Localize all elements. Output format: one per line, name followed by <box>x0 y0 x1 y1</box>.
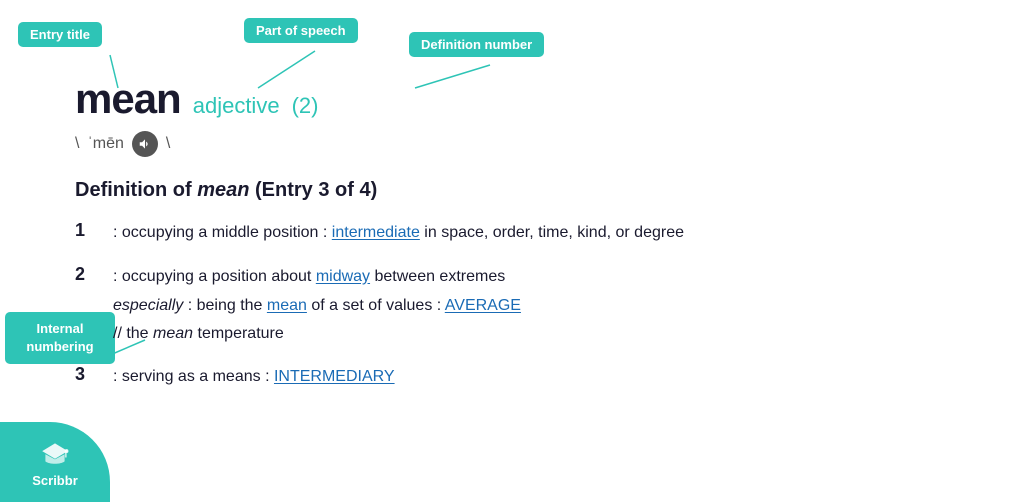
scribbr-icon <box>39 437 71 469</box>
def-body-3: : serving as a means : INTERMEDIARY <box>113 364 395 390</box>
link-intermediary[interactable]: INTERMEDIARY <box>274 368 395 385</box>
def-sub-2: especially : being the mean of a set of … <box>113 293 521 319</box>
entry-title-annotation: Entry title <box>18 22 102 47</box>
speaker-icon <box>138 137 152 151</box>
definition-item-3: 3 : serving as a means : INTERMEDIARY <box>75 364 1000 390</box>
definition-heading: Definition of mean (Entry 3 of 4) <box>75 179 1000 202</box>
entry-word: mean <box>75 75 181 123</box>
def-body-2: : occupying a position about midway betw… <box>113 264 521 347</box>
scribbr-label: Scribbr <box>32 473 78 488</box>
part-of-speech-annotation: Part of speech <box>244 18 358 43</box>
entry-pos: adjective <box>193 93 280 119</box>
speaker-button[interactable] <box>132 131 158 157</box>
link-intermediate[interactable]: intermediate <box>332 224 420 241</box>
pron-backslash-left: \ <box>75 135 79 153</box>
definition-item-2: 2 : occupying a position about midway be… <box>75 264 1000 347</box>
link-mean[interactable]: mean <box>267 297 307 314</box>
entry-header: mean adjective (2) <box>75 75 1000 123</box>
link-average[interactable]: AVERAGE <box>445 297 521 314</box>
pronunciation: \ ˈmēn \ <box>75 131 1000 157</box>
link-midway[interactable]: midway <box>316 268 370 285</box>
definition-number-annotation: Definition number <box>409 32 544 57</box>
def-number-3: 3 <box>75 364 95 385</box>
def-body-1: : occupying a middle position : intermed… <box>113 220 684 246</box>
pron-backslash-right: \ <box>166 135 170 153</box>
phonetic-text: ˈmēn <box>87 135 123 153</box>
def-example-2: // the mean temperature <box>113 321 521 347</box>
def-number-2: 2 <box>75 264 95 285</box>
definition-item-1: 1 : occupying a middle position : interm… <box>75 220 1000 246</box>
entry-number: (2) <box>292 93 319 119</box>
scribbr-logo: Scribbr <box>0 422 110 502</box>
def-number-1: 1 <box>75 220 95 241</box>
main-content: mean adjective (2) \ ˈmēn \ Definition o… <box>75 75 1000 408</box>
